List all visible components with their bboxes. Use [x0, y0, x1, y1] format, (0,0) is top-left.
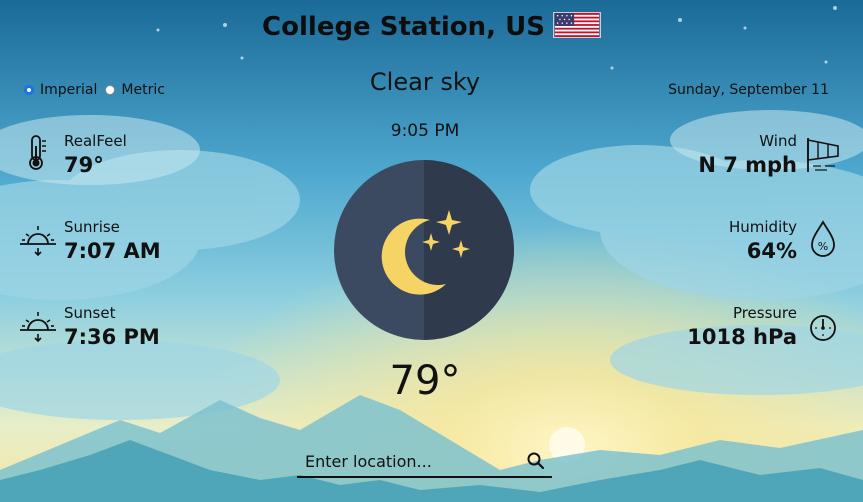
pressure-label: Pressure	[732, 304, 797, 322]
pressure-stat: Pressure 1018 hPa	[687, 304, 841, 349]
gauge-icon	[810, 315, 836, 341]
wind-value: N 7 mph	[698, 153, 797, 177]
location-title: College Station, US	[0, 12, 863, 42]
humidity-drop-icon: %	[811, 220, 835, 257]
sunset-label: Sunset	[64, 304, 116, 322]
location-search	[297, 446, 552, 478]
current-temperature: 79°	[389, 358, 461, 404]
windsock-icon	[807, 138, 839, 172]
realfeel-stat: RealFeel 79°	[20, 132, 127, 177]
sunset-icon	[20, 312, 56, 343]
location-search-input[interactable]	[297, 450, 526, 472]
sunrise-stat: Sunrise 7:07 AM	[20, 218, 161, 263]
pressure-value: 1018 hPa	[687, 325, 797, 349]
realfeel-label: RealFeel	[64, 132, 127, 150]
realfeel-value: 79°	[64, 153, 104, 177]
sunset-value: 7:36 PM	[64, 325, 160, 349]
humidity-value: 64%	[746, 239, 797, 263]
thermometer-icon	[29, 135, 46, 170]
search-icon[interactable]	[526, 451, 546, 471]
humidity-label: Humidity	[728, 218, 797, 236]
svg-text:%: %	[818, 240, 828, 253]
humidity-stat: Humidity 64% %	[729, 218, 841, 263]
clear-night-icon	[334, 160, 514, 340]
sunrise-value: 7:07 AM	[64, 239, 161, 263]
sunrise-icon	[20, 226, 56, 257]
us-flag-icon	[552, 12, 601, 38]
city-name: College Station, US	[262, 12, 545, 42]
wind-label: Wind	[759, 132, 797, 150]
wind-stat: Wind N 7 mph	[698, 132, 841, 177]
sunrise-label: Sunrise	[64, 218, 120, 236]
current-date: Sunday, September 11	[668, 82, 829, 98]
sunset-stat: Sunset 7:36 PM	[20, 304, 160, 349]
